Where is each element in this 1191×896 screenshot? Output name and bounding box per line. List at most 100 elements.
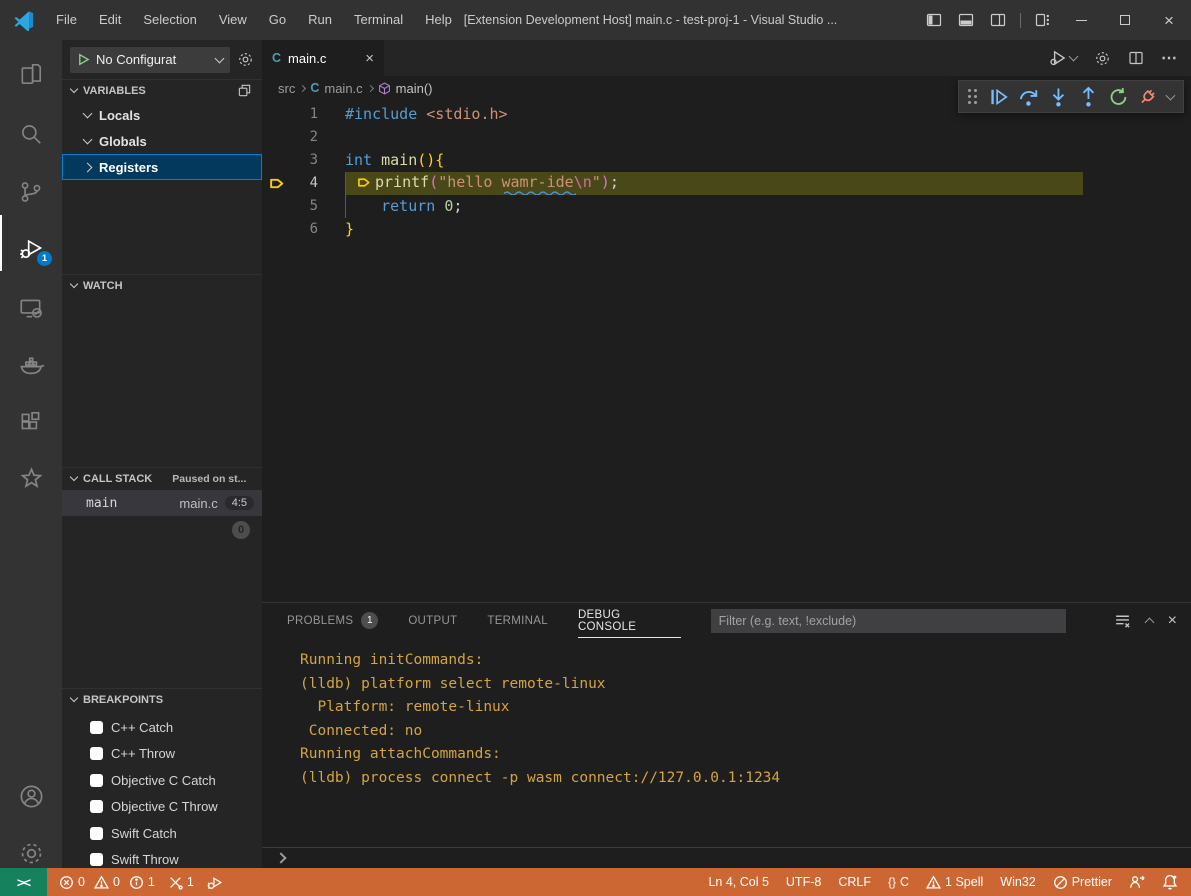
remote-indicator[interactable]: >< — [0, 868, 47, 896]
toggle-sidebar-icon[interactable] — [926, 12, 942, 28]
watch-section-header[interactable]: WATCH — [62, 274, 262, 296]
variables-scope-locals[interactable]: Locals — [62, 102, 262, 128]
tab-debug-console[interactable]: DEBUG CONSOLE — [578, 603, 681, 638]
maximize-panel-icon[interactable] — [1144, 618, 1154, 628]
docker-icon[interactable] — [0, 341, 62, 389]
checkbox[interactable] — [90, 774, 103, 787]
breakpoint-swift-catch[interactable]: Swift Catch — [62, 820, 262, 846]
platform-indicator[interactable]: Win32 — [1000, 875, 1035, 889]
explorer-icon[interactable] — [0, 50, 62, 98]
toggle-secondary-sidebar-icon[interactable] — [990, 12, 1006, 28]
debug-status-icon[interactable] — [207, 874, 224, 891]
variables-scope-globals[interactable]: Globals — [62, 128, 262, 154]
debug-settings-gear-icon[interactable] — [237, 51, 254, 68]
formatter-status[interactable]: Prettier — [1053, 875, 1112, 890]
toolbar-drag-handle[interactable] — [968, 89, 977, 104]
checkbox[interactable] — [90, 721, 103, 734]
tools-icon — [168, 875, 183, 890]
menu-terminal[interactable]: Terminal — [343, 0, 414, 40]
restart-button[interactable] — [1108, 86, 1129, 108]
breakpoint-label: C++ Throw — [111, 746, 175, 761]
more-actions-icon[interactable]: ⋯ — [1161, 48, 1177, 68]
continue-button[interactable] — [988, 86, 1009, 108]
menu-run[interactable]: Run — [297, 0, 343, 40]
stack-frame-row[interactable]: main main.c 4:5 — [62, 490, 262, 516]
breakpoint-cpp-throw[interactable]: C++ Throw — [62, 740, 262, 766]
breakpoint-objc-catch[interactable]: Objective C Catch — [62, 767, 262, 793]
breakpoint-label: Swift Catch — [111, 826, 177, 841]
clear-console-icon[interactable] — [1114, 612, 1131, 629]
breadcrumb-symbol[interactable]: main() — [396, 81, 433, 96]
notifications-bell-icon[interactable] — [1162, 874, 1178, 890]
editor-settings-gear-icon[interactable] — [1094, 50, 1111, 67]
step-out-button[interactable] — [1078, 86, 1099, 108]
menu-help[interactable]: Help — [414, 0, 463, 40]
menu-selection[interactable]: Selection — [132, 0, 207, 40]
info-count: 1 — [148, 875, 155, 889]
variables-section-header[interactable]: VARIABLES — [62, 79, 262, 101]
tab-terminal[interactable]: TERMINAL — [487, 603, 548, 638]
search-icon[interactable] — [0, 110, 62, 158]
breadcrumb-folder[interactable]: src — [278, 81, 295, 96]
warning-count: 0 — [113, 875, 120, 889]
callstack-section-header[interactable]: CALL STACK Paused on st... — [62, 467, 262, 489]
code-token: } — [345, 220, 354, 238]
spell-checker-status[interactable]: 1 Spell — [926, 875, 983, 890]
toolbar-more-chevron-icon[interactable] — [1166, 90, 1176, 100]
c-file-icon: C — [310, 81, 319, 95]
console-input-row[interactable] — [262, 847, 1191, 868]
split-editor-icon[interactable] — [1128, 50, 1144, 66]
menu-view[interactable]: View — [208, 0, 258, 40]
problems-status[interactable]: 0 0 1 — [59, 875, 155, 890]
remote-explorer-icon[interactable] — [0, 284, 62, 332]
language-mode[interactable]: {} C — [888, 875, 909, 889]
eol-indicator[interactable]: CRLF — [838, 875, 871, 889]
close-tab-icon[interactable]: × — [365, 50, 374, 67]
tab-main-c[interactable]: C main.c × — [262, 40, 384, 76]
breakpoint-objc-throw[interactable]: Objective C Throw — [62, 793, 262, 819]
customize-layout-icon[interactable] — [1035, 12, 1051, 28]
feedback-icon[interactable] — [1129, 874, 1145, 890]
menu-edit[interactable]: Edit — [88, 0, 132, 40]
launch-configuration-dropdown[interactable]: No Configurat — [70, 47, 230, 73]
step-into-button[interactable] — [1048, 86, 1069, 108]
copy-value-icon[interactable] — [237, 83, 252, 98]
session-count-badge: 0 — [232, 521, 250, 539]
line-number: 3 — [288, 149, 318, 172]
breakpoint-cpp-catch[interactable]: C++ Catch — [62, 714, 262, 740]
menu-go[interactable]: Go — [258, 0, 297, 40]
breadcrumb-file[interactable]: main.c — [324, 81, 362, 96]
menu-file[interactable]: File — [45, 0, 88, 40]
console-filter-input[interactable] — [711, 609, 1066, 633]
toggle-panel-icon[interactable] — [958, 12, 974, 28]
run-or-debug-button[interactable] — [1049, 49, 1077, 67]
disconnect-button[interactable] — [1137, 86, 1158, 108]
breakpoint-label: Objective C Throw — [111, 799, 218, 814]
variables-title: VARIABLES — [83, 85, 231, 97]
tools-status[interactable]: 1 — [168, 875, 194, 890]
close-panel-icon[interactable]: × — [1168, 612, 1177, 630]
checkbox[interactable] — [90, 747, 103, 760]
accounts-icon[interactable] — [0, 772, 62, 820]
breakpoints-section-header[interactable]: BREAKPOINTS — [62, 688, 262, 710]
code-editor[interactable]: 1 #include <stdio.h> 2 3 int main(){ 4 p… — [262, 100, 1191, 241]
maximize-button[interactable] — [1103, 0, 1147, 40]
encoding-indicator[interactable]: UTF-8 — [786, 875, 821, 889]
run-and-debug-icon[interactable]: 1 — [0, 224, 62, 272]
checkbox[interactable] — [90, 800, 103, 813]
tab-problems[interactable]: PROBLEMS 1 — [287, 603, 378, 638]
step-over-button[interactable] — [1018, 86, 1039, 108]
cursor-position[interactable]: Ln 4, Col 5 — [708, 875, 768, 889]
source-control-icon[interactable] — [0, 168, 62, 216]
breakpoint-swift-throw[interactable]: Swift Throw — [62, 846, 262, 868]
tab-output[interactable]: OUTPUT — [408, 603, 457, 638]
star-icon[interactable] — [0, 454, 62, 502]
extensions-icon[interactable] — [0, 398, 62, 446]
disabled-circle-icon — [1053, 875, 1068, 890]
collapsed-chevron-icon — [83, 162, 93, 172]
checkbox[interactable] — [90, 853, 103, 866]
variables-scope-registers[interactable]: Registers — [62, 154, 262, 180]
minimize-button[interactable] — [1059, 0, 1103, 40]
checkbox[interactable] — [90, 827, 103, 840]
close-window-button[interactable]: × — [1147, 0, 1191, 40]
